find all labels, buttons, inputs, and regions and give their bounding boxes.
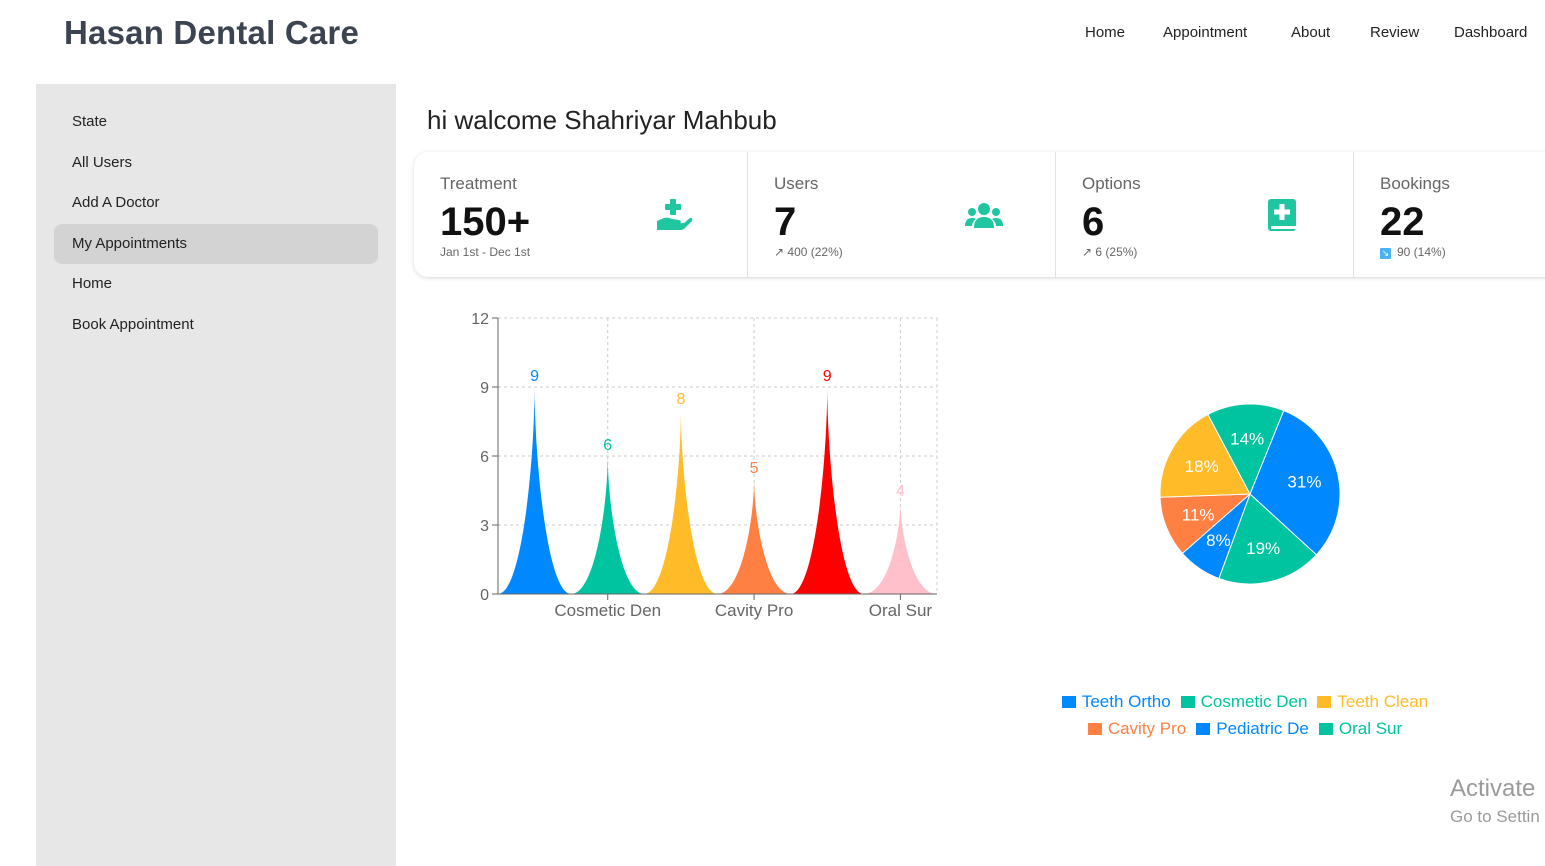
- top-nav: Home Appointment About Review Dashboard: [0, 24, 1545, 44]
- stat-desc-text: 90 (14%): [1397, 245, 1446, 259]
- legend-item-oral-sur[interactable]: Oral Sur: [1318, 715, 1403, 742]
- y-tick-label: 0: [480, 587, 489, 604]
- stat-value: 150+: [440, 200, 531, 244]
- x-tick-label: Cavity Pro: [715, 601, 793, 620]
- sidebar-item-all-users[interactable]: All Users: [54, 143, 378, 183]
- bar-teeth-ortho[interactable]: [498, 387, 572, 594]
- stat-bookings: Bookings 22 ↘ 90 (14%): [1353, 152, 1545, 277]
- sidebar-item-my-appointments[interactable]: My Appointments: [54, 224, 378, 264]
- y-tick-label: 3: [480, 518, 489, 535]
- sidebar-item-add-doctor[interactable]: Add A Doctor: [54, 183, 378, 223]
- sidebar-item-home[interactable]: Home: [54, 264, 378, 304]
- legend-swatch: [1061, 696, 1076, 708]
- stat-value: 6: [1082, 200, 1105, 244]
- pie-value-label: 14%: [1230, 429, 1264, 448]
- bar-value-label: 9: [823, 368, 832, 385]
- pie-value-label: 8%: [1206, 531, 1231, 550]
- stat-users: Users 7 ↗ 400 (22%): [747, 152, 1055, 277]
- stat-value: 7: [774, 200, 797, 244]
- legend-item-cavity-pro[interactable]: Cavity Pro: [1087, 715, 1187, 742]
- stat-treatment: Treatment 150+ Jan 1st - Dec 1st: [414, 152, 747, 277]
- legend-label: Cavity Pro: [1107, 719, 1187, 738]
- pie-chart: 31% 19% 8% 11% 18% 14%: [1159, 403, 1341, 585]
- legend-item-teeth-clean[interactable]: Teeth Clean: [1317, 688, 1428, 715]
- watermark-line-2: Go to Settin: [1450, 807, 1540, 826]
- bar-value-label: 5: [750, 460, 759, 477]
- legend-item-teeth-ortho[interactable]: Teeth Ortho: [1061, 688, 1171, 715]
- users-icon: [965, 203, 1003, 228]
- hand-holding-medical-icon: [657, 199, 693, 230]
- nav-dashboard[interactable]: Dashboard: [1454, 24, 1527, 41]
- stat-title: Treatment: [440, 174, 517, 193]
- legend-label: Teeth Clean: [1337, 692, 1429, 711]
- legend-label: Oral Sur: [1338, 719, 1403, 738]
- pie-value-label: 19%: [1246, 539, 1280, 558]
- y-tick-label: 9: [480, 380, 489, 397]
- bar-teeth-clean[interactable]: [644, 410, 718, 594]
- bar-value-label: 6: [603, 437, 612, 454]
- bar-oral-sur[interactable]: [863, 502, 937, 594]
- trend-down-icon: ↘: [1380, 248, 1391, 259]
- bar-value-label: 8: [676, 391, 685, 408]
- y-tick-label: 6: [480, 449, 489, 466]
- bar-pediatric-de[interactable]: [790, 387, 864, 594]
- bar-chart: 0 3 6 9 12 9 6 8 5 9 4 Cosmetic Den Cavity Pro Oral S…: [471, 311, 938, 620]
- stat-options: Options 6 ↗ 6 (25%): [1055, 152, 1353, 277]
- bar-value-label: 9: [530, 368, 539, 385]
- windows-activation-watermark: Activate Go to Settin: [1450, 775, 1540, 827]
- legend-label: Pediatric De: [1216, 719, 1309, 738]
- nav-home[interactable]: Home: [1085, 24, 1125, 41]
- stat-value: 22: [1380, 200, 1425, 244]
- pie-legend: Teeth Ortho Cosmetic Den Teeth Clean Cavity…: [1040, 688, 1450, 742]
- legend-item-cosmetic-den[interactable]: Cosmetic Den: [1180, 688, 1308, 715]
- pie-value-label: 31%: [1287, 473, 1321, 492]
- nav-review[interactable]: Review: [1370, 24, 1419, 41]
- stat-desc: ↘ 90 (14%): [1380, 245, 1446, 259]
- stat-desc: ↗ 6 (25%): [1082, 245, 1138, 259]
- watermark-line-1: Activate: [1450, 775, 1536, 802]
- medical-book-icon: [1268, 199, 1296, 231]
- nav-appointment[interactable]: Appointment: [1163, 24, 1247, 41]
- bar-value-label: 4: [896, 483, 905, 500]
- x-tick-label: Cosmetic Den: [554, 601, 661, 620]
- stats-panel: Treatment 150+ Jan 1st - Dec 1st Users 7…: [414, 152, 1545, 277]
- legend-label: Teeth Ortho: [1081, 692, 1171, 711]
- stat-desc: ↗ 400 (22%): [774, 245, 843, 259]
- pie-value-label: 11%: [1182, 506, 1215, 525]
- legend-swatch: [1317, 696, 1332, 708]
- stat-title: Options: [1082, 174, 1141, 193]
- sidebar-item-state[interactable]: State: [54, 102, 378, 142]
- legend-item-pediatric-de[interactable]: Pediatric De: [1196, 715, 1309, 742]
- sidebar-item-book-appointment[interactable]: Book Appointment: [54, 305, 378, 345]
- x-tick-label: Oral Sur: [869, 601, 933, 620]
- welcome-heading: hi walcome Shahriyar Mahbub: [427, 105, 777, 135]
- legend-swatch: [1180, 696, 1195, 708]
- nav-about[interactable]: About: [1291, 24, 1330, 41]
- pie-value-label: 18%: [1185, 457, 1219, 476]
- bar-cavity-pro[interactable]: [717, 479, 791, 594]
- stat-title: Bookings: [1380, 174, 1450, 193]
- y-tick-label: 12: [471, 311, 489, 328]
- stat-title: Users: [774, 174, 819, 193]
- legend-swatch: [1196, 723, 1211, 735]
- legend-swatch: [1318, 723, 1333, 735]
- stat-desc: Jan 1st - Dec 1st: [440, 245, 531, 259]
- sidebar: State All Users Add A Doctor My Appointm…: [36, 84, 396, 866]
- legend-swatch: [1087, 723, 1102, 735]
- legend-label: Cosmetic Den: [1200, 692, 1308, 711]
